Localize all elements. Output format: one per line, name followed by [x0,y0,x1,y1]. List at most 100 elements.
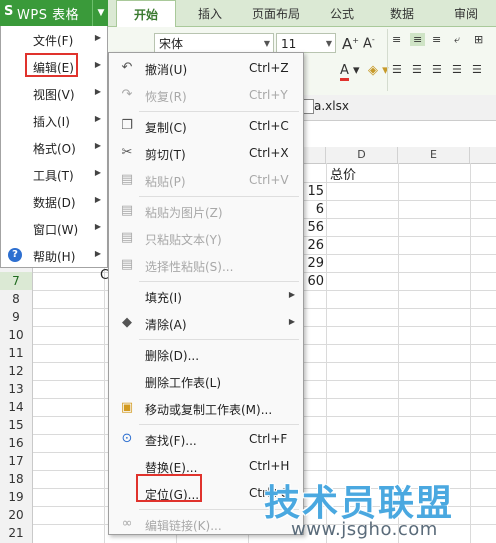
align-right-icon[interactable]: ☰ [432,63,442,76]
menu-help[interactable]: ? 帮助(H) ▶ [1,242,107,269]
menu-label: 数据(D) [33,196,76,210]
chevron-right-icon: ▶ [94,33,101,42]
menu-item-label: 剪切(T) [145,148,186,162]
align-left-icon[interactable]: ☰ [392,63,402,76]
help-icon: ? [8,248,22,262]
text-color-icon[interactable]: A ▾ [340,63,360,81]
menu-item-paste-as-image[interactable]: ▤ 粘贴为图片(Z) [109,198,303,225]
row-header-7[interactable]: 7 [0,272,32,290]
scissors-icon: ✂ [121,145,133,160]
shortcut-label: Ctrl+F [249,432,288,446]
decrease-font-icon[interactable]: A- [363,35,375,51]
row-header[interactable]: 8 [0,290,32,308]
menu-tools[interactable]: 工具(T) ▶ [1,161,107,188]
menu-view[interactable]: 视图(V) ▶ [1,80,107,107]
chevron-down-icon: ▼ [263,39,270,48]
align-center-icon[interactable]: ☰ [412,63,422,76]
menu-item-copy[interactable]: ❐ 复制(C) Ctrl+C [109,113,303,140]
menu-item-label: 粘贴(P) [145,175,186,189]
shortcut-label: Ctrl+Y [249,88,288,102]
chevron-right-icon: ▶ [94,249,101,258]
merge-cells-icon[interactable]: ⊞ [474,33,483,46]
chevron-right-icon: ▶ [94,114,101,123]
menu-item-label: 移动或复制工作表(M)... [145,403,273,417]
menu-item-label: 恢复(R) [145,90,187,104]
menu-item-label: 编辑链接(K)... [145,519,222,533]
menu-item-paste-text-only[interactable]: ▤ 只粘贴文本(Y) [109,225,303,252]
row-header[interactable]: 15 [0,416,32,434]
menu-item-move-copy-sheet[interactable]: ▣ 移动或复制工作表(M)... [109,395,303,422]
wrap-text-icon[interactable]: ⤶ [454,33,460,47]
row-header[interactable]: 14 [0,398,32,416]
align-middle-icon[interactable]: ≡ [410,33,426,46]
menu-item-find[interactable]: ⊙ 查找(F)... Ctrl+F [109,426,303,453]
highlight-box-goto [136,474,202,502]
app-menu-button[interactable]: S WPS 表格 ▼ [0,0,108,26]
shortcut-label: Ctrl+H [249,459,290,473]
paste-icon: ▤ [120,172,134,187]
row-header[interactable]: 9 [0,308,32,326]
shortcut-label: Ctrl+Z [249,61,289,75]
row-header[interactable]: 18 [0,470,32,488]
move-sheet-icon: ▣ [120,400,134,415]
menu-data[interactable]: 数据(D) ▶ [1,188,107,215]
menu-file[interactable]: 文件(F) ▶ [1,26,107,53]
font-size-value: 11 [281,37,297,51]
menu-item-fill[interactable]: 填充(I) ▶ [109,283,303,310]
cell-d-header[interactable]: 总价 [330,164,356,183]
row-header[interactable]: 10 [0,326,32,344]
tab-data[interactable]: 数据 [374,0,430,26]
menu-item-paste-special[interactable]: ▤ 选择性粘贴(S)... [109,252,303,279]
menu-label: 文件(F) [33,34,74,48]
increase-font-icon[interactable]: A+ [342,35,359,53]
chevron-right-icon: ▶ [94,222,101,231]
distributed-icon[interactable]: ☰ [472,63,482,76]
edit-submenu: ↶ 撤消(U) Ctrl+Z ↷ 恢复(R) Ctrl+Y ❐ 复制(C) Ct… [108,52,304,535]
menu-item-delete[interactable]: 删除(D)... [109,341,303,368]
chevron-down-icon: ▼ [325,39,332,48]
menu-item-label: 撤消(U) [145,63,188,77]
find-icon: ⊙ [121,431,133,446]
paste-special-icon: ▤ [120,257,134,272]
chevron-right-icon: ▶ [94,60,101,69]
tab-page-layout[interactable]: 页面布局 [242,0,310,26]
tab-formulas[interactable]: 公式 [314,0,370,26]
document-tab[interactable]: a.xlsx [296,95,496,121]
tab-review[interactable]: 审阅 [438,0,494,26]
font-size-select[interactable]: 11 ▼ [276,33,336,53]
tab-insert[interactable]: 插入 [182,0,238,26]
row-header[interactable]: 21 [0,524,32,542]
justify-icon[interactable]: ☰ [452,63,462,76]
chevron-down-icon[interactable]: ▼ [92,0,109,26]
align-top-icon[interactable]: ≡ [392,33,401,46]
tab-home[interactable]: 开始 [116,0,176,28]
row-header[interactable]: 20 [0,506,32,524]
menu-label: 帮助(H) [33,250,76,264]
row-header[interactable]: 16 [0,434,32,452]
menu-window[interactable]: 窗口(W) ▶ [1,215,107,242]
menu-item-label: 删除(D)... [145,349,200,363]
row-header[interactable]: 17 [0,452,32,470]
menu-item-cut[interactable]: ✂ 剪切(T) Ctrl+X [109,140,303,167]
fill-color-icon[interactable]: ◈ ▾ [368,63,389,78]
redo-icon: ↷ [121,87,133,102]
menu-item-clear[interactable]: ◆ 清除(A) ▶ [109,310,303,337]
row-header[interactable]: 19 [0,488,32,506]
column-header-d[interactable]: D [326,147,398,163]
row-header[interactable]: 12 [0,362,32,380]
column-header-e[interactable]: E [398,147,470,163]
menu-format[interactable]: 格式(O) ▶ [1,134,107,161]
menu-item-delete-sheet[interactable]: 删除工作表(L) [109,368,303,395]
row-header[interactable]: 13 [0,380,32,398]
watermark-url: www.jsgho.com [291,519,438,540]
align-bottom-icon[interactable]: ≡ [432,33,441,46]
row-header[interactable]: 11 [0,344,32,362]
menu-insert[interactable]: 插入(I) ▶ [1,107,107,134]
shortcut-label: Ctrl+V [249,173,289,187]
menu-item-redo[interactable]: ↷ 恢复(R) Ctrl+Y [109,82,303,109]
menu-item-label: 填充(I) [145,291,182,305]
font-name-select[interactable]: 宋体 ▼ [154,33,274,53]
menu-item-paste[interactable]: ▤ 粘贴(P) Ctrl+V [109,167,303,194]
menu-item-undo[interactable]: ↶ 撤消(U) Ctrl+Z [109,55,303,82]
undo-icon: ↶ [121,60,133,75]
